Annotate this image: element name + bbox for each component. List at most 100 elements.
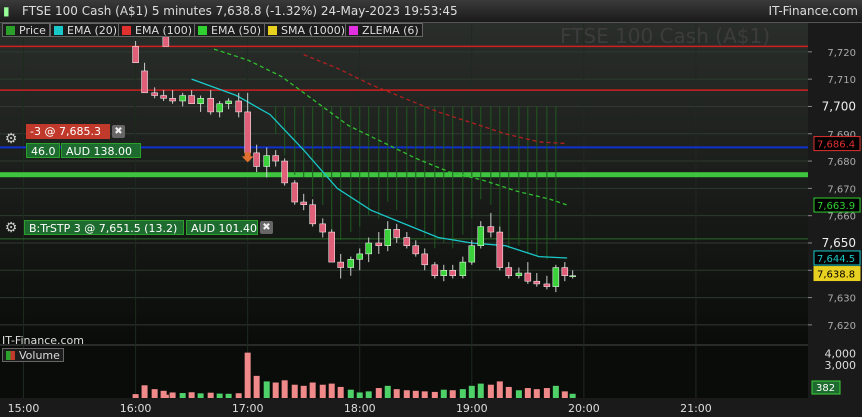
price-tick-label: 7,620	[827, 321, 856, 332]
volume-bar	[151, 389, 158, 398]
volume-bar	[449, 390, 456, 398]
candle-body	[524, 272, 532, 282]
candle-body	[216, 103, 223, 113]
candle-body	[543, 283, 551, 287]
volume-bar	[197, 393, 204, 398]
volume-bar	[431, 391, 438, 398]
order-distance: 46.0	[26, 143, 60, 158]
candle-body	[207, 98, 214, 113]
legend-item[interactable]: EMA (50)	[194, 23, 266, 37]
candle-body	[552, 267, 560, 287]
trailing-stop-badge[interactable]: B:TrSTP 3 @ 7,651.5 (13.2)	[24, 220, 184, 235]
volume-bar	[319, 384, 326, 398]
brand-label: IT-Finance.com	[768, 4, 858, 18]
candle-body	[291, 182, 298, 203]
volume-bar	[160, 390, 167, 398]
volume-bar	[244, 352, 251, 398]
order-pnl: AUD 138.00	[61, 143, 141, 158]
volume-bar	[300, 385, 307, 398]
volume-legend: Volume	[2, 348, 64, 362]
volume-bar	[412, 390, 419, 398]
volume-bar	[393, 389, 400, 398]
candle-body	[505, 267, 513, 276]
candle-body	[412, 245, 420, 255]
sell-order-badge[interactable]: -3 @ 7,685.3	[26, 124, 110, 139]
legend-item[interactable]: Price	[2, 23, 50, 37]
price-label-value: 7,686.4	[817, 140, 855, 151]
candle-body	[244, 111, 251, 154]
price-label-value: 7,638.8	[817, 270, 855, 281]
candle-body	[496, 231, 504, 268]
legend-label: ZLEMA (6)	[362, 24, 419, 37]
volume-bar	[552, 385, 559, 398]
candle-body	[561, 267, 569, 276]
volume-bar	[468, 385, 475, 398]
volume-bar	[281, 380, 288, 398]
volume-bar	[505, 386, 512, 398]
candle-body	[365, 242, 372, 255]
candle-body	[179, 95, 186, 102]
volume-icon	[6, 351, 15, 360]
candle-body	[328, 231, 335, 263]
candle-body	[197, 98, 204, 104]
candle-body	[253, 152, 260, 167]
price-tick-label: 7,670	[827, 184, 856, 195]
close-icon[interactable]: ✖	[260, 221, 273, 234]
price-label-value: 7,644.5	[817, 254, 855, 265]
legend-item[interactable]: EMA (20)	[50, 23, 122, 37]
price-tick-label: 7,700	[822, 99, 856, 113]
time-tick-label: 16:00	[120, 402, 152, 415]
price-tick-label: 7,660	[827, 212, 856, 223]
gear-icon[interactable]: ⚙	[3, 220, 19, 236]
legend-swatch	[198, 26, 207, 35]
time-tick-label: 20:00	[568, 402, 600, 415]
legend-item[interactable]: ZLEMA (6)	[345, 23, 423, 37]
chart-title: FTSE 100 Cash (A$1) 5 minutes 7,638.8 (-…	[22, 4, 458, 18]
legend-label: EMA (100)	[135, 24, 193, 37]
volume-label: Volume	[19, 349, 60, 362]
gear-icon[interactable]: ⚙	[3, 131, 19, 147]
legend-label: EMA (20)	[67, 24, 118, 37]
legend-label: Price	[19, 24, 46, 37]
volume-bar	[403, 390, 410, 398]
volume-plot-area	[0, 346, 808, 398]
volume-bar	[132, 394, 139, 398]
legend-swatch	[54, 26, 63, 35]
candle-body	[487, 226, 495, 233]
time-tick-label: 21:00	[680, 402, 712, 415]
candle-body	[263, 155, 270, 167]
volume-bar	[188, 392, 195, 398]
candle-body	[235, 100, 242, 113]
title-bar: ▮ FTSE 100 Cash (A$1) 5 minutes 7,638.8 …	[0, 0, 862, 23]
candle-body	[151, 92, 158, 96]
candle-body	[356, 253, 363, 260]
volume-bar	[253, 375, 260, 398]
candle-body	[132, 46, 139, 64]
candle-body	[533, 280, 541, 285]
position-level-band	[0, 172, 808, 178]
close-icon[interactable]: ✖	[112, 125, 125, 138]
time-tick-label: 18:00	[344, 402, 376, 415]
candle-body	[421, 253, 428, 266]
time-tick-label: 15:00	[8, 402, 40, 415]
candle-body	[309, 204, 316, 225]
candle-body	[169, 98, 176, 102]
volume-bar	[272, 382, 279, 398]
volume-bar	[561, 391, 568, 398]
legend-item[interactable]: EMA (100)	[118, 23, 197, 37]
volume-bar	[543, 388, 550, 398]
price-label-value: 7,663.9	[817, 201, 855, 212]
legend-swatch	[349, 26, 358, 35]
price-tick-label: 7,630	[827, 294, 856, 305]
volume-bar	[384, 385, 391, 398]
volume-bar	[337, 386, 344, 398]
chart-icon: ▮	[3, 4, 10, 18]
candle-body	[468, 245, 476, 263]
candle-body	[347, 259, 355, 268]
volume-bar	[225, 393, 232, 398]
volume-tick-label: 4,000	[825, 348, 857, 361]
trailing-stop-pnl: AUD 101.40	[186, 220, 258, 235]
price-chart[interactable]: 7,6207,6307,6407,6507,6607,6707,6807,690…	[0, 0, 862, 417]
legend-item[interactable]: SMA (1000)	[264, 23, 350, 37]
volume-bar	[421, 391, 428, 398]
